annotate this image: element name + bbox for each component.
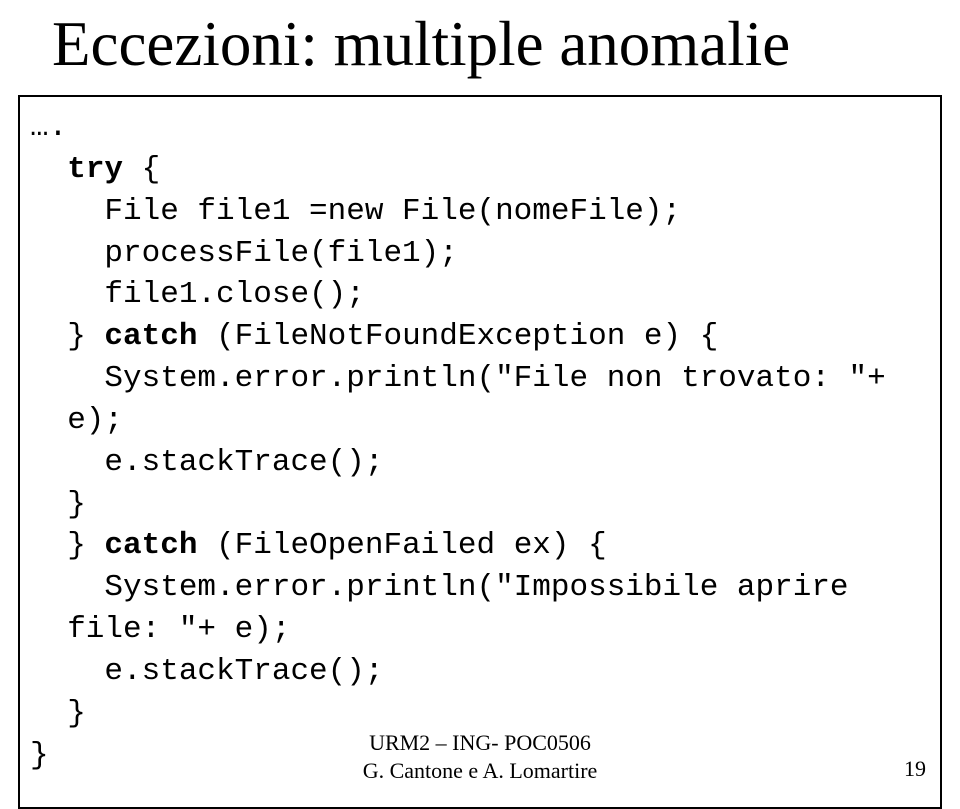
code-line-3: File file1 =new File(nomeFile); [30,194,681,229]
code-line-2a [30,152,67,187]
code-line-13: file: "+ e); [30,612,290,647]
keyword-try: try [67,152,123,187]
code-line-4: processFile(file1); [30,236,458,271]
code-line-10: } [30,487,86,522]
footer: URM2 – ING- POC0506 G. Cantone e A. Loma… [0,729,960,786]
footer-line-2: G. Cantone e A. Lomartire [0,757,960,786]
code-line-2c: { [123,152,160,187]
code-line-15: } [30,696,86,731]
keyword-catch-1: catch [104,319,197,354]
code-box: …. try { File file1 =new File(nomeFile);… [18,95,942,809]
slide: Eccezioni: multiple anomalie …. try { Fi… [0,0,960,806]
code-line-6a: } [30,319,104,354]
code-line-14: e.stackTrace(); [30,654,383,689]
code-block: …. try { File file1 =new File(nomeFile);… [30,107,930,777]
code-line-12: System.error.println("Impossibile aprire [30,570,849,605]
keyword-catch-2: catch [104,528,197,563]
code-line-6c: (FileNotFoundException e) { [197,319,718,354]
code-line-1: …. [30,110,67,145]
code-line-7: System.error.println("File non trovato: … [30,361,886,396]
footer-center: URM2 – ING- POC0506 G. Cantone e A. Loma… [0,729,960,786]
code-line-11c: (FileOpenFailed ex) { [197,528,606,563]
slide-title: Eccezioni: multiple anomalie [0,0,960,95]
footer-line-1: URM2 – ING- POC0506 [0,729,960,758]
page-number: 19 [904,756,926,782]
code-line-5: file1.close(); [30,277,365,312]
code-line-11a: } [30,528,104,563]
code-line-8: e); [30,403,123,438]
code-line-9: e.stackTrace(); [30,445,383,480]
